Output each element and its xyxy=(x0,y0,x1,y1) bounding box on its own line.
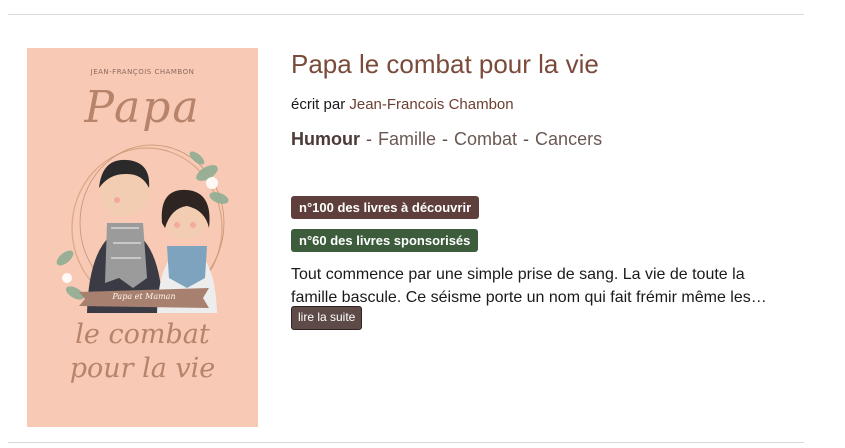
book-byline: écrit par Jean-Francois Chambon xyxy=(291,96,514,113)
book-cover-image[interactable]: JEAN-FRANÇOIS CHAMBON Papa Papa et Maman… xyxy=(27,48,258,427)
genre-cancers[interactable]: Cancers xyxy=(535,129,602,149)
genre-combat[interactable]: Combat xyxy=(454,129,517,149)
cover-ribbon-text: Papa et Maman xyxy=(112,292,176,301)
genre-separator: - xyxy=(366,129,372,149)
top-divider xyxy=(8,14,804,15)
rank-badge-sponsored[interactable]: n°60 des livres sponsorisés xyxy=(291,229,479,252)
book-title[interactable]: Papa le combat pour la vie xyxy=(291,49,599,80)
book-description: Tout commence par une simple prise de sa… xyxy=(291,266,767,306)
author-link[interactable]: Jean-Francois Chambon xyxy=(349,96,513,113)
cover-title-line-1: le combat xyxy=(75,319,210,350)
genre-separator: - xyxy=(442,129,449,149)
cover-title-top: Papa xyxy=(84,82,201,133)
genre-famille[interactable]: Famille xyxy=(378,129,436,149)
read-more-button[interactable]: lire la suite xyxy=(291,306,363,330)
cover-author: JEAN-FRANÇOIS CHAMBON xyxy=(90,68,195,76)
genre-separator: - xyxy=(523,129,530,149)
couple-illustration-icon xyxy=(56,144,229,313)
byline-prefix: écrit par xyxy=(291,96,346,113)
rank-badge-discover[interactable]: n°100 des livres à découvrir xyxy=(291,196,480,219)
cover-title-bottom: le combat pour la vie xyxy=(27,318,258,386)
genre-main[interactable]: Humour xyxy=(291,129,360,149)
genre-list: Humour - Famille - Combat - Cancers xyxy=(291,129,602,150)
bottom-divider xyxy=(8,442,804,443)
cover-title-line-2: pour la vie xyxy=(69,353,216,384)
